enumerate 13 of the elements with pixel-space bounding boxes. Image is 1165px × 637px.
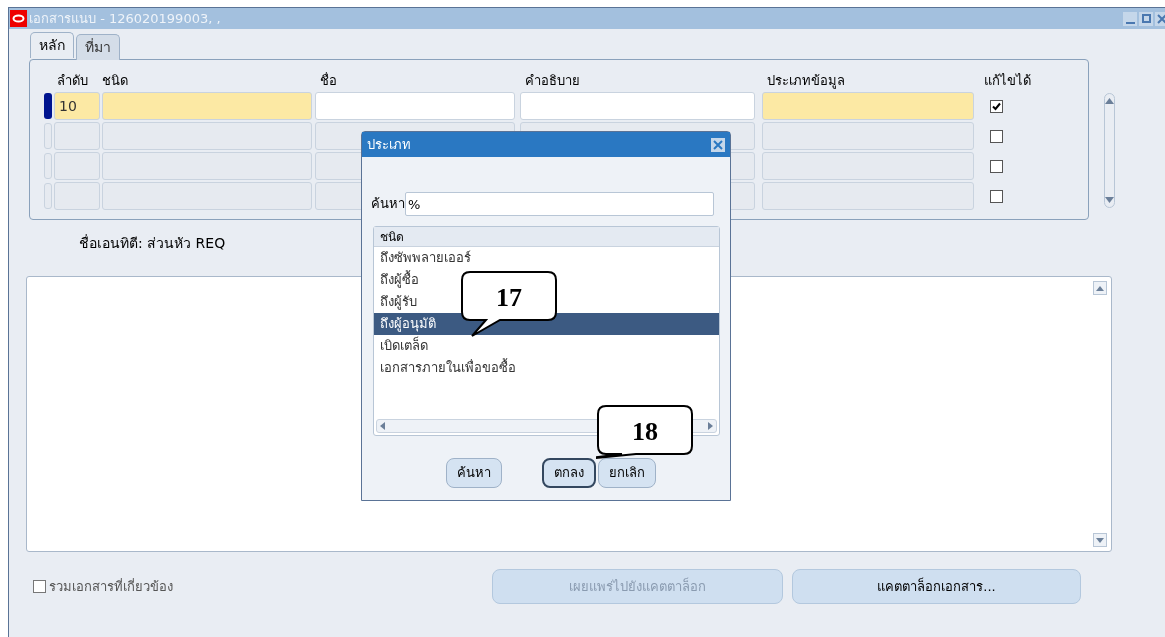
column-header: ชื่อ	[319, 71, 338, 90]
checkbox-label: รวมเอกสารที่เกี่ยวข้อง	[49, 577, 174, 596]
column-header: คำอธิบาย	[524, 71, 581, 90]
window-title: เอกสารแนบ - 126020199003, ,	[29, 9, 221, 28]
column-header: ประเภทข้อมูล	[766, 71, 846, 90]
column-header: ชนิด	[102, 71, 129, 90]
column-header: ลำดับ	[56, 71, 89, 90]
column-header: แก้ไขได้	[983, 71, 1032, 90]
entity-label: ชื่อเอนทิตี: ส่วนหัว REQ	[79, 233, 226, 253]
list-header: ชนิด	[374, 227, 719, 247]
dialog-title: ประเภท	[367, 135, 411, 154]
callout-bubble: 17	[460, 270, 560, 340]
search-label: ค้นหา	[371, 195, 405, 214]
